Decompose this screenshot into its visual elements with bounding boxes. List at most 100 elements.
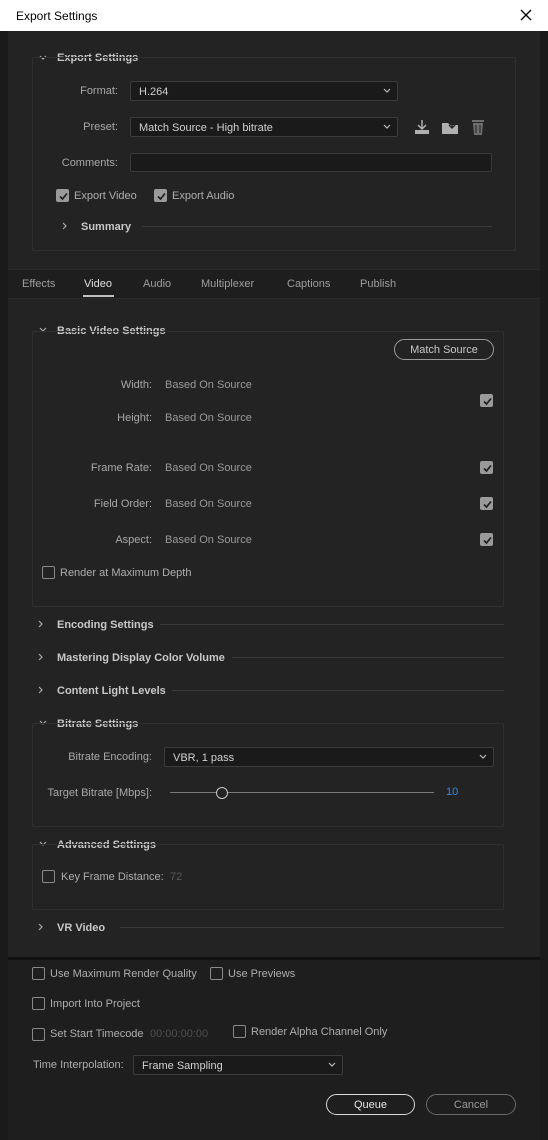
- tab-multiplexer[interactable]: Multiplexer: [201, 278, 254, 290]
- checkmark-icon: [483, 464, 492, 473]
- vr-video-divider: [120, 927, 504, 928]
- render-max-depth-checkbox[interactable]: [42, 566, 55, 579]
- bitrate-group: [32, 723, 504, 827]
- key-frame-distance-label: Key Frame Distance:: [61, 871, 164, 883]
- export-audio-label: Export Audio: [172, 190, 235, 202]
- bitrate-encoding-dropdown[interactable]: VBR, 1 pass: [164, 747, 494, 767]
- bottom-separator: [8, 957, 540, 960]
- comments-label: Comments:: [61, 157, 118, 169]
- import-preset-icon[interactable]: [440, 118, 460, 136]
- aspect-value: Based On Source: [165, 534, 252, 546]
- preset-label: Preset:: [83, 121, 118, 133]
- target-bitrate-slider-track[interactable]: [170, 792, 434, 793]
- chevron-right-icon[interactable]: [36, 685, 46, 695]
- export-video-checkbox[interactable]: [56, 189, 69, 202]
- frame-rate-value: Based On Source: [165, 462, 252, 474]
- width-height-override-checkbox[interactable]: [480, 394, 493, 407]
- format-label: Format:: [80, 85, 118, 97]
- import-into-project-checkbox[interactable]: [32, 997, 45, 1010]
- checkmark-icon: [483, 500, 492, 509]
- preset-value: Match Source - High bitrate: [139, 122, 273, 134]
- checkmark-icon: [59, 192, 68, 201]
- title-bar: Export Settings: [0, 0, 548, 31]
- tab-video[interactable]: Video: [84, 278, 112, 290]
- max-render-quality-checkbox[interactable]: [32, 967, 45, 980]
- checkmark-icon: [483, 536, 492, 545]
- use-previews-label: Use Previews: [228, 968, 296, 980]
- chevron-right-icon[interactable]: [60, 221, 70, 231]
- match-source-button[interactable]: Match Source: [394, 339, 494, 360]
- max-render-quality-label: Use Maximum Render Quality: [50, 968, 197, 980]
- encoding-divider: [160, 624, 504, 625]
- active-tab-indicator: [83, 295, 114, 297]
- format-value: H.264: [139, 86, 169, 98]
- target-bitrate-label: Target Bitrate [Mbps]:: [47, 787, 152, 799]
- delete-preset-icon[interactable]: [468, 118, 488, 136]
- chevron-right-icon[interactable]: [36, 619, 46, 629]
- chevron-down-icon: [328, 1062, 336, 1067]
- target-bitrate-value[interactable]: 10: [446, 786, 458, 798]
- target-bitrate-slider-thumb[interactable]: [216, 787, 228, 799]
- cancel-button[interactable]: Cancel: [426, 1094, 516, 1115]
- content-light-heading[interactable]: Content Light Levels: [57, 685, 166, 697]
- set-start-timecode-label: Set Start Timecode: [50, 1028, 144, 1040]
- mastering-divider: [232, 657, 504, 658]
- summary-heading[interactable]: Summary: [81, 221, 131, 233]
- close-icon[interactable]: [516, 5, 536, 25]
- window-title: Export Settings: [16, 9, 98, 23]
- bitrate-encoding-value: VBR, 1 pass: [173, 752, 235, 764]
- chevron-down-icon: [383, 88, 391, 93]
- key-frame-distance-value[interactable]: 72: [170, 871, 182, 883]
- chevron-right-icon[interactable]: [36, 922, 46, 932]
- mastering-display-heading[interactable]: Mastering Display Color Volume: [57, 652, 225, 664]
- tab-captions[interactable]: Captions: [287, 278, 330, 290]
- import-into-project-label: Import Into Project: [50, 998, 140, 1010]
- render-max-depth-label: Render at Maximum Depth: [60, 567, 192, 579]
- field-order-label: Field Order:: [93, 498, 152, 510]
- chevron-down-icon: [479, 754, 487, 759]
- width-label: Width:: [120, 379, 152, 391]
- export-dialog: Export Settings Format: H.264 Preset: Ma…: [0, 31, 548, 1140]
- summary-divider: [142, 226, 492, 227]
- settings-scroll-pane[interactable]: Export Settings Format: H.264 Preset: Ma…: [8, 31, 540, 957]
- frame-rate-override-checkbox[interactable]: [480, 461, 493, 474]
- encoding-settings-heading[interactable]: Encoding Settings: [57, 619, 154, 631]
- vr-video-heading[interactable]: VR Video: [57, 922, 105, 934]
- format-dropdown[interactable]: H.264: [130, 81, 398, 101]
- chevron-down-icon: [383, 124, 391, 129]
- start-timecode-value[interactable]: 00:00:00:00: [150, 1028, 208, 1040]
- width-value: Based On Source: [165, 379, 252, 391]
- frame-rate-label: Frame Rate:: [90, 462, 152, 474]
- key-frame-distance-checkbox[interactable]: [42, 870, 55, 883]
- checkmark-icon: [483, 397, 492, 406]
- time-interpolation-label: Time Interpolation:: [33, 1059, 124, 1071]
- render-alpha-checkbox[interactable]: [233, 1025, 246, 1038]
- settings-tabs: Effects Video Audio Multiplexer Captions…: [8, 269, 540, 299]
- queue-button[interactable]: Queue: [326, 1094, 415, 1115]
- render-alpha-label: Render Alpha Channel Only: [251, 1026, 388, 1038]
- chevron-right-icon[interactable]: [36, 652, 46, 662]
- time-interpolation-value: Frame Sampling: [142, 1060, 223, 1072]
- export-video-label: Export Video: [74, 190, 137, 202]
- use-previews-checkbox[interactable]: [210, 967, 223, 980]
- bitrate-encoding-label: Bitrate Encoding:: [68, 751, 152, 763]
- left-edge: [0, 31, 8, 1140]
- field-order-override-checkbox[interactable]: [480, 497, 493, 510]
- tab-audio[interactable]: Audio: [143, 278, 171, 290]
- aspect-label: Aspect:: [115, 534, 152, 546]
- height-label: Height:: [117, 412, 152, 424]
- right-edge: [540, 31, 548, 1140]
- content-light-divider: [172, 690, 504, 691]
- tab-effects[interactable]: Effects: [22, 278, 55, 290]
- field-order-value: Based On Source: [165, 498, 252, 510]
- aspect-override-checkbox[interactable]: [480, 533, 493, 546]
- height-value: Based On Source: [165, 412, 252, 424]
- preset-dropdown[interactable]: Match Source - High bitrate: [130, 117, 398, 137]
- checkmark-icon: [157, 192, 166, 201]
- set-start-timecode-checkbox[interactable]: [32, 1028, 45, 1041]
- save-preset-icon[interactable]: [412, 118, 432, 136]
- comments-field[interactable]: [130, 153, 492, 172]
- time-interpolation-dropdown[interactable]: Frame Sampling: [133, 1055, 343, 1075]
- export-audio-checkbox[interactable]: [154, 189, 167, 202]
- tab-publish[interactable]: Publish: [360, 278, 396, 290]
